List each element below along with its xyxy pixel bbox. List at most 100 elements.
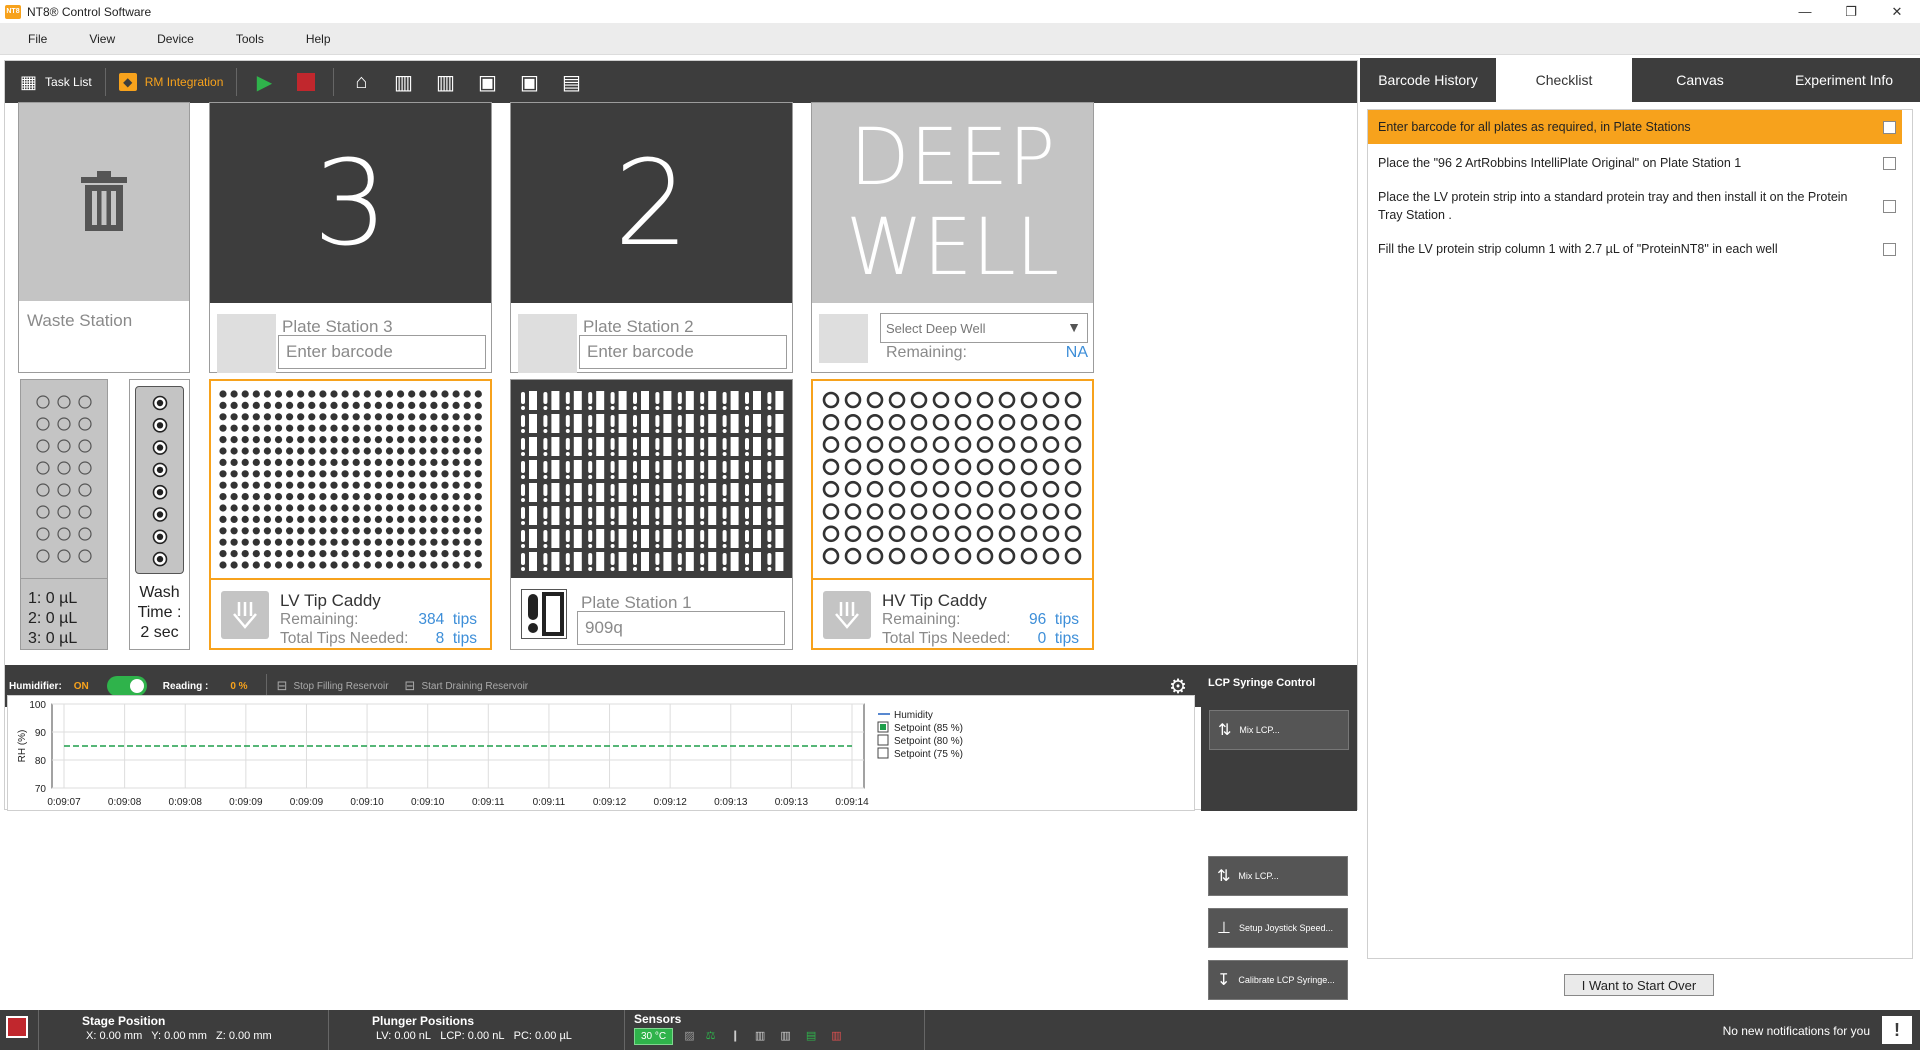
start-over-button[interactable]: I Want to Start Over — [1564, 974, 1714, 996]
window-tool-1-icon: ▣ — [477, 71, 497, 94]
lcp-syringe-control-title: LCP Syringe Control — [1208, 677, 1316, 689]
calibrate-lcp-syringe-button[interactable]: ↧ Calibrate LCP Syringe... — [1208, 960, 1348, 1000]
checklist-item[interactable]: Place the "96 2 ArtRobbins IntelliPlate … — [1368, 146, 1902, 180]
plate-reservoir-well — [730, 391, 739, 410]
menu-help[interactable]: Help — [306, 32, 345, 46]
tab-checklist[interactable]: Checklist — [1496, 58, 1632, 102]
reservoir-well — [78, 483, 92, 497]
plate-drop-dot — [633, 544, 637, 548]
plate-reservoir-well — [596, 391, 605, 410]
plate-drop-well — [588, 392, 593, 404]
plate-drop-dot — [767, 544, 772, 548]
tab-experiment-info[interactable]: Experiment Info — [1768, 58, 1920, 102]
lv-tip — [352, 436, 360, 444]
menu-device[interactable]: Device — [157, 32, 208, 46]
lv-tip — [308, 458, 316, 466]
tool-2-button[interactable]: ▥ — [424, 61, 466, 103]
plate-station-3[interactable]: 3 Plate Station 3 Enter barcode — [209, 102, 492, 373]
menu-file[interactable]: File — [28, 32, 61, 46]
plate-reservoir-well — [685, 414, 694, 433]
stop-filling-reservoir-button[interactable]: Stop Filling Reservoir — [293, 681, 388, 692]
waste-station[interactable]: Waste Station — [18, 102, 190, 373]
checklist-item[interactable]: Enter barcode for all plates as required… — [1368, 110, 1902, 144]
lv-tip — [374, 561, 382, 569]
plate-station-3-barcode-input[interactable]: Enter barcode — [278, 335, 486, 369]
tab-canvas[interactable]: Canvas — [1632, 58, 1768, 102]
plate-station-2[interactable]: 2 Plate Station 2 Enter barcode — [510, 102, 793, 373]
plate-drop-well — [588, 461, 593, 473]
lv-tip — [308, 447, 316, 455]
lv-tip — [430, 504, 438, 512]
task-list-button[interactable]: ▦ Task List — [13, 67, 99, 97]
minimize-icon[interactable]: — — [1782, 0, 1828, 23]
lv-tip — [408, 538, 416, 546]
lv-tip — [230, 447, 238, 455]
tool-5-button[interactable]: ▤ — [550, 61, 592, 103]
lv-tip — [430, 401, 438, 409]
hv-tip-eject-button[interactable] — [823, 591, 871, 639]
lv-tip — [374, 470, 382, 478]
deep-well-station[interactable]: DEEP WELL Select Deep Well ▼ Remaining: … — [811, 102, 1094, 373]
right-panel: Barcode History Checklist Canvas Experim… — [1360, 58, 1920, 1011]
reservoir-well — [57, 439, 71, 453]
rm-integration-button[interactable]: ◆ RM Integration — [112, 67, 231, 97]
checklist-checkbox[interactable] — [1883, 120, 1896, 134]
tool-4-button[interactable]: ▣ — [508, 61, 550, 103]
checklist-item[interactable]: Place the LV protein strip into a standa… — [1368, 184, 1902, 228]
humidifier-toggle[interactable] — [106, 676, 147, 696]
mix-lcp-button-2[interactable]: ⇅ Mix LCP... — [1208, 856, 1348, 896]
setup-joystick-speed-button[interactable]: ⊥ Setup Joystick Speed... — [1208, 908, 1348, 948]
menu-view[interactable]: View — [89, 32, 129, 46]
plate-reservoir-well — [596, 529, 605, 548]
tool-1-button[interactable]: ▥ — [382, 61, 424, 103]
stage-x: X: 0.00 mm — [86, 1030, 143, 1042]
lv-tip — [263, 447, 271, 455]
hv-tip — [1064, 525, 1082, 543]
lv-tip-eject-button[interactable] — [221, 591, 269, 639]
stop-button[interactable] — [285, 61, 327, 103]
play-button[interactable]: ▶ — [243, 61, 285, 103]
close-icon[interactable]: ✕ — [1874, 0, 1920, 23]
start-draining-reservoir-button[interactable]: Start Draining Reservoir — [421, 681, 528, 692]
lv-tip — [430, 481, 438, 489]
plate-station-2-barcode-input[interactable]: Enter barcode — [579, 335, 787, 369]
wash-well-grid — [152, 395, 168, 567]
home-button[interactable]: ⌂ — [340, 61, 382, 103]
lv-tip — [430, 561, 438, 569]
plate-drop-well — [655, 553, 660, 565]
plate-reservoir-well — [573, 460, 582, 479]
restore-icon[interactable]: ❐ — [1828, 0, 1874, 23]
plate-station-1[interactable]: Plate Station 1 909q — [510, 379, 793, 650]
mix-lcp-button[interactable]: ⇅ Mix LCP... — [1209, 710, 1349, 750]
lv-tip — [374, 458, 382, 466]
lv-tip — [408, 447, 416, 455]
tool-3-button[interactable]: ▣ — [466, 61, 508, 103]
checklist-checkbox[interactable] — [1883, 199, 1896, 213]
hv-tip-caddy[interactable]: HV Tip Caddy Remaining: 96 tips Total Ti… — [811, 379, 1094, 650]
plate-station-1-barcode-input[interactable]: 909q — [577, 611, 785, 645]
hv-tip — [954, 413, 972, 431]
plate-drop-well — [677, 438, 682, 450]
checklist-checkbox[interactable] — [1883, 156, 1896, 170]
hv-tip — [1042, 480, 1060, 498]
tab-barcode-history[interactable]: Barcode History — [1360, 58, 1496, 102]
lv-tip — [397, 390, 405, 398]
lv-tip — [297, 538, 305, 546]
wash-station[interactable]: Wash Time : 2 sec — [129, 379, 190, 650]
lv-tip — [286, 424, 294, 432]
lv-tip — [463, 561, 471, 569]
checklist-item[interactable]: Fill the LV protein strip column 1 with … — [1368, 232, 1902, 266]
reservoir-station[interactable]: 1: 0 µL 2: 0 µL 3: 0 µL — [20, 379, 108, 650]
plate-reservoir-well — [753, 437, 761, 456]
plate-station-1-label: Plate Station 1 — [581, 593, 692, 612]
checklist-checkbox[interactable] — [1883, 242, 1896, 256]
lv-tip — [330, 447, 338, 455]
emergency-stop-icon[interactable] — [6, 1016, 28, 1038]
lv-tip — [385, 527, 394, 535]
notification-icon[interactable]: ! — [1882, 1016, 1912, 1044]
lv-tip-caddy[interactable]: LV Tip Caddy Remaining: 384 tips Total T… — [209, 379, 492, 650]
lv-tip — [452, 436, 460, 444]
menu-tools[interactable]: Tools — [236, 32, 278, 46]
plate-reservoir-well — [730, 506, 739, 525]
deep-well-select[interactable]: Select Deep Well ▼ — [880, 313, 1088, 343]
